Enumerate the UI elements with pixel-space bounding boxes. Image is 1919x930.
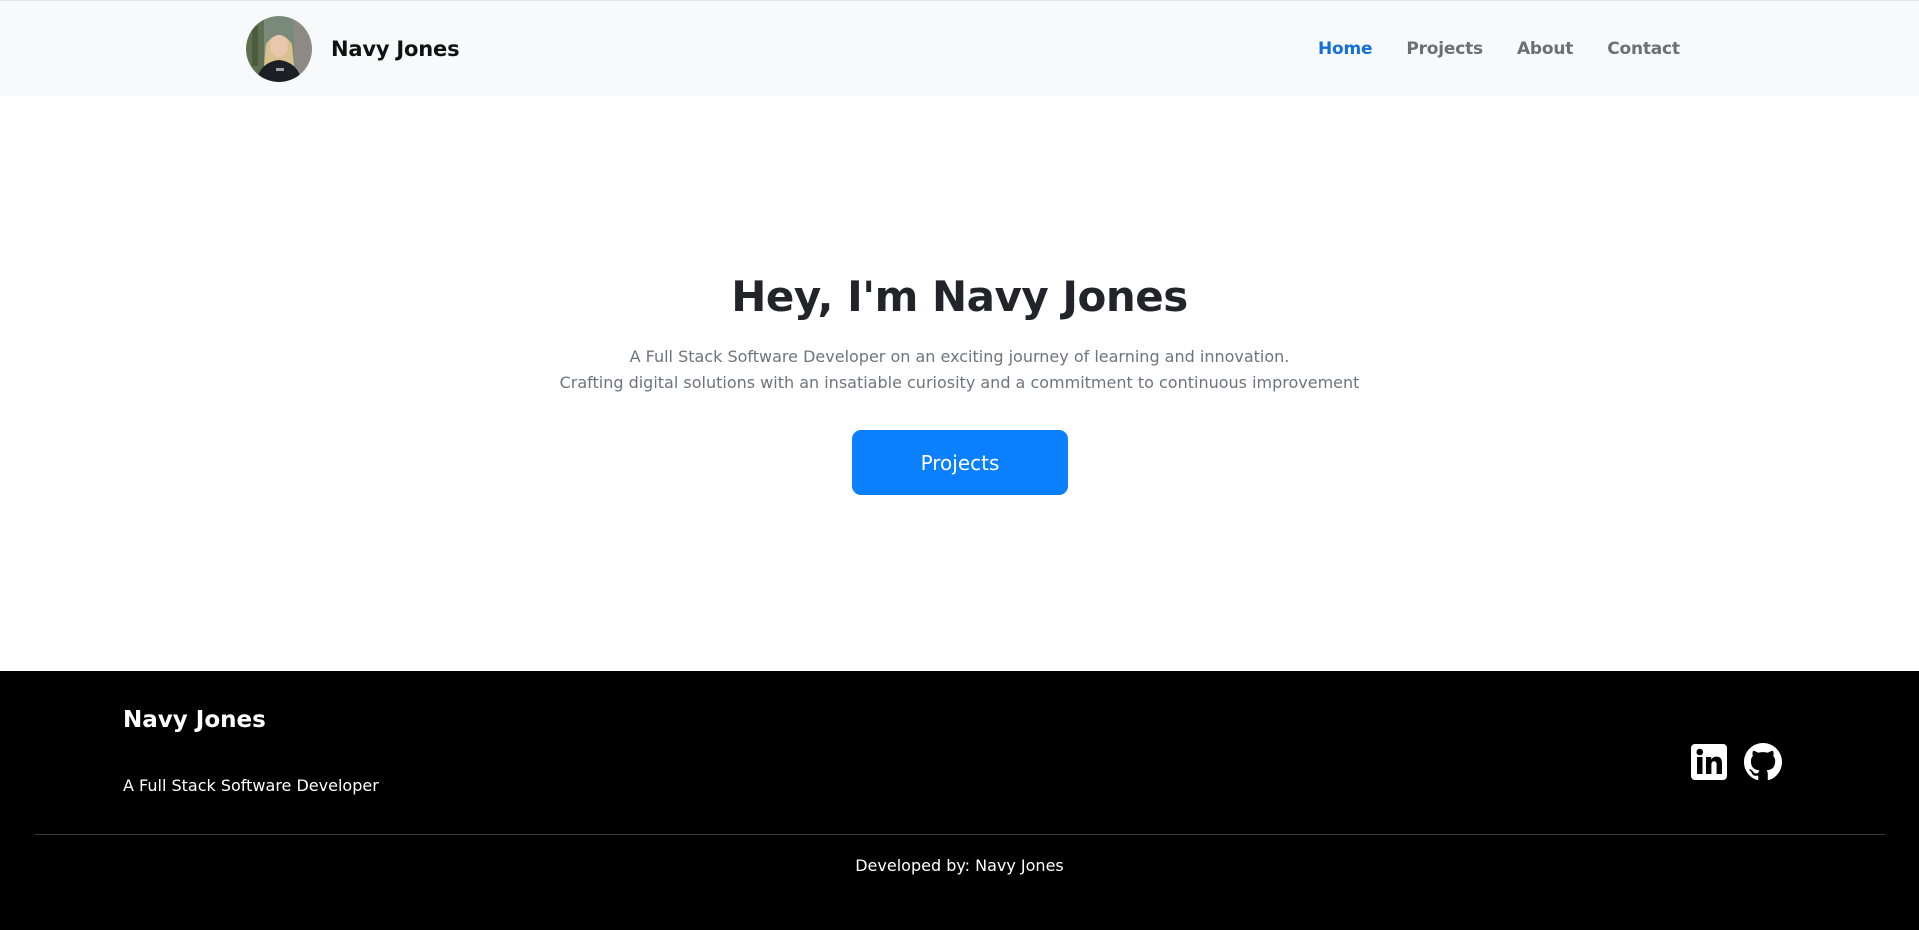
brand[interactable]: Navy Jones bbox=[246, 16, 460, 82]
footer-tagline: A Full Stack Software Developer bbox=[123, 776, 379, 795]
hero-subtitle-line-1: A Full Stack Software Developer on an ex… bbox=[629, 347, 1290, 366]
hero-title: Hey, I'm Navy Jones bbox=[731, 272, 1188, 321]
nav-menu: Home Projects About Contact bbox=[1318, 39, 1680, 59]
hero-subtitle-line-2: Crafting digital solutions with an insat… bbox=[559, 373, 1360, 392]
footer-divider bbox=[35, 834, 1885, 835]
linkedin-icon[interactable] bbox=[1690, 743, 1728, 781]
brand-name: Navy Jones bbox=[331, 37, 460, 61]
navbar: Navy Jones Home Projects About Contact bbox=[0, 0, 1919, 96]
avatar bbox=[246, 16, 312, 82]
footer: Navy Jones A Full Stack Software Develop… bbox=[0, 671, 1919, 930]
footer-name: Navy Jones bbox=[123, 707, 266, 733]
github-icon[interactable] bbox=[1744, 743, 1782, 781]
nav-link-home[interactable]: Home bbox=[1318, 39, 1373, 59]
nav-link-contact[interactable]: Contact bbox=[1607, 39, 1680, 59]
profile-photo-icon bbox=[246, 16, 312, 82]
projects-button[interactable]: Projects bbox=[852, 430, 1068, 495]
nav-link-projects[interactable]: Projects bbox=[1406, 39, 1483, 59]
footer-credit: Developed by: Navy Jones bbox=[855, 856, 1064, 875]
hero-subtitle: A Full Stack Software Developer on an ex… bbox=[0, 344, 1919, 396]
nav-link-about[interactable]: About bbox=[1517, 39, 1573, 59]
hero-section: Hey, I'm Navy Jones A Full Stack Softwar… bbox=[0, 96, 1919, 671]
social-links bbox=[1690, 743, 1782, 781]
